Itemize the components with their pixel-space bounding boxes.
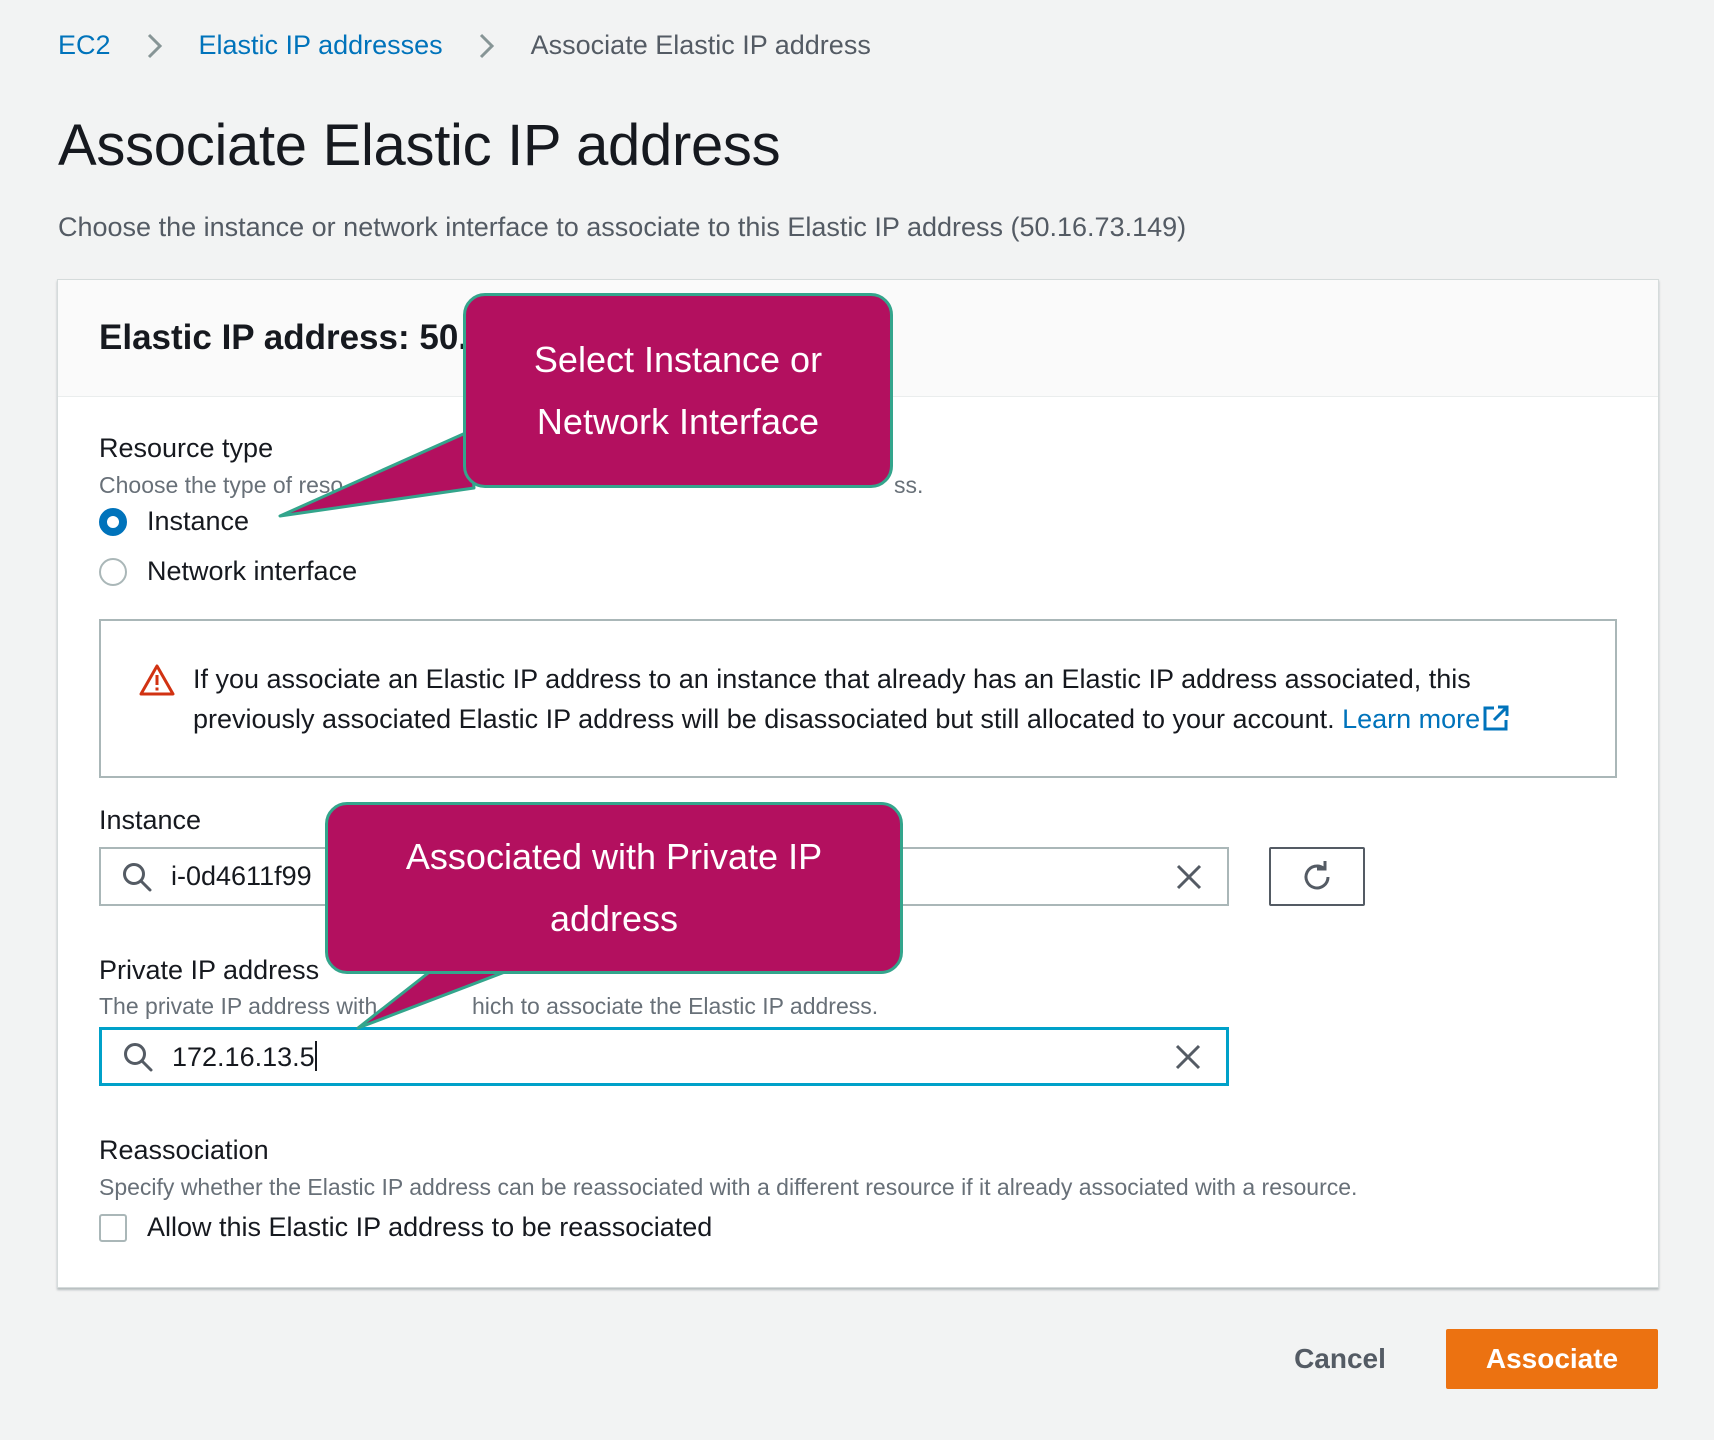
- callout-line: Associated with Private IP: [405, 836, 823, 877]
- search-icon: [124, 1042, 153, 1071]
- reassociation-description: Specify whether the Elastic IP address c…: [99, 1174, 1358, 1200]
- warning-alert: If you associate an Elastic IP address t…: [99, 619, 1617, 778]
- private-ip-input[interactable]: 172.16.13.5: [172, 1040, 1172, 1073]
- radio-network-interface-indicator[interactable]: [99, 557, 127, 586]
- warning-icon: [139, 664, 175, 696]
- callout-text: Select Instance or Network Interface: [534, 329, 822, 453]
- reassociation-checkbox-row[interactable]: Allow this Elastic IP address to be reas…: [99, 1212, 712, 1243]
- callout-line: Network Interface: [536, 400, 820, 442]
- radio-instance-indicator[interactable]: [99, 507, 127, 536]
- callout-text: Associated with Private IP address: [406, 826, 822, 950]
- page: EC2 Elastic IP addresses Associate Elast…: [0, 0, 1714, 1440]
- reassociation-checkbox[interactable]: [99, 1213, 127, 1242]
- alert-text: If you associate an Elastic IP address t…: [193, 664, 1471, 734]
- breadcrumb-current: Associate Elastic IP address: [530, 30, 871, 60]
- chevron-right-icon: [473, 32, 501, 60]
- callout-line: Select Instance or: [533, 338, 823, 380]
- search-icon: [123, 862, 152, 891]
- cancel-button[interactable]: Cancel: [1280, 1330, 1400, 1388]
- refresh-icon: [1304, 860, 1330, 889]
- radio-network-interface[interactable]: Network interface: [99, 556, 357, 587]
- private-ip-label: Private IP address: [99, 955, 320, 985]
- reassociation-checkbox-label: Allow this Elastic IP address to be reas…: [147, 1212, 713, 1242]
- clear-icon[interactable]: [1172, 1041, 1204, 1073]
- breadcrumb-elastic-ip-link[interactable]: Elastic IP addresses: [199, 30, 443, 61]
- reassociation-label: Reassociation: [99, 1135, 269, 1165]
- resource-type-description-tail: ss.: [894, 472, 924, 498]
- chevron-right-icon: [141, 32, 169, 60]
- private-ip-search-input[interactable]: 172.16.13.5: [99, 1027, 1229, 1086]
- private-ip-description-tail: hich to associate the Elastic IP address…: [472, 993, 879, 1019]
- text-caret: [314, 1040, 317, 1071]
- breadcrumb: EC2 Elastic IP addresses Associate Elast…: [58, 30, 871, 61]
- radio-instance[interactable]: Instance: [99, 506, 249, 537]
- callout-line: address: [549, 898, 679, 939]
- callout-select-resource: Select Instance or Network Interface: [463, 293, 893, 488]
- radio-instance-label: Instance: [147, 506, 250, 536]
- page-title: Associate Elastic IP address: [58, 113, 781, 178]
- clear-icon[interactable]: [1173, 861, 1205, 893]
- callout-private-ip: Associated with Private IP address: [325, 802, 903, 974]
- private-ip-description: The private IP address with: [99, 993, 378, 1019]
- private-ip-input-value: 172.16.13.5: [172, 1041, 315, 1072]
- radio-network-interface-label: Network interface: [147, 556, 358, 586]
- breadcrumb-ec2-link[interactable]: EC2: [58, 30, 111, 61]
- learn-more-label: Learn more: [1342, 704, 1481, 734]
- resource-type-description: Choose the type of reso: [99, 472, 344, 498]
- associate-button[interactable]: Associate: [1446, 1329, 1658, 1389]
- alert-message: If you associate an Elastic IP address t…: [193, 659, 1593, 739]
- resource-type-label: Resource type: [99, 433, 274, 463]
- page-description: Choose the instance or network interface…: [58, 212, 1187, 242]
- instance-label: Instance: [99, 805, 202, 835]
- refresh-button[interactable]: [1269, 847, 1365, 906]
- external-link-icon: [1483, 705, 1509, 731]
- learn-more-link[interactable]: Learn more: [1342, 704, 1510, 734]
- panel-title: Elastic IP address: 50.: [99, 318, 469, 357]
